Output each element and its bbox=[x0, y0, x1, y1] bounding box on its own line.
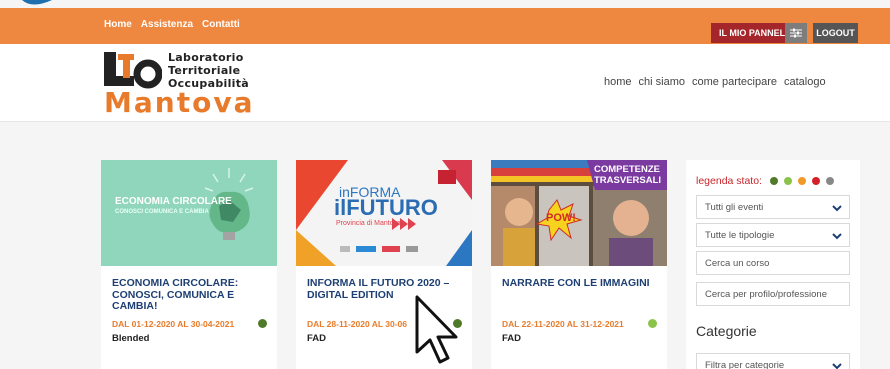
main-nav-come-partecipare[interactable]: come partecipare bbox=[692, 76, 777, 88]
legend-dot-grey bbox=[825, 177, 834, 185]
image-caption-2: TRASVERSALI bbox=[594, 175, 662, 186]
legend-label: legenda stato: bbox=[696, 175, 762, 187]
main-nav-home[interactable]: home bbox=[604, 76, 632, 88]
main-nav: home chi siamo come partecipare catalogo bbox=[604, 76, 826, 88]
profile-search-placeholder: Cerca per profilo/professione bbox=[705, 288, 827, 300]
mouse-cursor-icon bbox=[415, 295, 458, 364]
course-image[interactable]: ECONOMIA CIRCOLARE CONOSCI COMUNICA E CA… bbox=[101, 160, 277, 266]
top-nav-contatti[interactable]: Contatti bbox=[202, 19, 240, 30]
image-caption-3: Provincia di Mantova bbox=[336, 220, 401, 227]
course-mode: FAD bbox=[307, 333, 326, 344]
logo-line-2: Territoriale bbox=[168, 64, 241, 77]
course-image[interactable]: inFORMA ilFUTURO Provincia di Mantova bbox=[296, 160, 472, 266]
profile-search-input[interactable]: Cerca per profilo/professione bbox=[696, 282, 850, 306]
course-card[interactable]: COMPETENZE TRASVERSALI POW! NARRARE CON … bbox=[491, 160, 667, 369]
course-mode: Blended bbox=[112, 333, 150, 344]
events-select[interactable]: Tutti gli eventi bbox=[696, 195, 850, 219]
site-header: Laboratorio Territoriale Occupabilità Ma… bbox=[0, 44, 890, 122]
logo-city: Mantova bbox=[104, 86, 255, 119]
main-nav-catalogo[interactable]: catalogo bbox=[784, 76, 826, 88]
types-select-value: Tutte le tipologie bbox=[705, 229, 775, 241]
status-dot bbox=[258, 319, 267, 328]
status-dot bbox=[648, 319, 657, 328]
course-dates: DAL 22-11-2020 AL 31-12-2021 bbox=[502, 319, 624, 329]
legend-dot-lightgreen bbox=[783, 177, 792, 185]
course-mode: FAD bbox=[502, 333, 521, 344]
course-search-input[interactable]: Cerca un corso bbox=[696, 251, 850, 275]
category-filter-placeholder: Filtra per categorie bbox=[705, 359, 785, 369]
top-bar: Home Assistenza Contatti IL MIO PANNELLO… bbox=[0, 8, 890, 44]
filter-sidebar: legenda stato: Tutti gli eventi Tutte le… bbox=[686, 160, 860, 369]
types-select[interactable]: Tutte le tipologie bbox=[696, 223, 850, 247]
events-select-value: Tutti gli eventi bbox=[705, 201, 764, 213]
sliders-icon bbox=[785, 23, 807, 43]
legend-dot-orange bbox=[797, 177, 806, 185]
logout-button[interactable]: LOGOUT bbox=[813, 23, 858, 43]
category-filter-select[interactable]: Filtra per categorie bbox=[696, 353, 850, 369]
image-caption-2: ilFUTURO bbox=[334, 195, 438, 220]
image-caption-2: CONOSCI COMUNICA E CAMBIA bbox=[115, 209, 209, 215]
top-nav-assistenza[interactable]: Assistenza bbox=[141, 19, 193, 30]
image-caption-3: POW! bbox=[546, 212, 576, 224]
chevron-down-icon bbox=[832, 233, 842, 240]
legend-dot-green bbox=[769, 177, 778, 185]
image-caption-1: ECONOMIA CIRCOLARE bbox=[115, 196, 232, 207]
main-nav-chi-siamo[interactable]: chi siamo bbox=[639, 76, 685, 88]
top-nav: Home Assistenza Contatti bbox=[104, 19, 240, 30]
site-logo[interactable]: Laboratorio Territoriale Occupabilità Ma… bbox=[104, 50, 264, 119]
course-dates: DAL 28-11-2020 AL 30-06 bbox=[307, 319, 408, 329]
top-nav-home[interactable]: Home bbox=[104, 19, 132, 30]
legend-dot-red bbox=[811, 177, 820, 185]
status-legend: legenda stato: bbox=[696, 175, 834, 187]
course-card[interactable]: ECONOMIA CIRCOLARE CONOSCI COMUNICA E CA… bbox=[101, 160, 277, 369]
course-dates: DAL 01-12-2020 AL 30-04-2021 bbox=[112, 319, 235, 329]
image-caption-1: COMPETENZE bbox=[594, 164, 660, 175]
course-title[interactable]: ECONOMIA CIRCOLARE: CONOSCI, COMUNICA E … bbox=[112, 277, 267, 313]
course-image[interactable]: COMPETENZE TRASVERSALI POW! bbox=[491, 160, 667, 266]
categories-heading: Categorie bbox=[696, 323, 757, 339]
course-search-placeholder: Cerca un corso bbox=[705, 257, 770, 269]
lto-logo-icon bbox=[104, 52, 162, 89]
logo-line-1: Laboratorio bbox=[168, 51, 244, 64]
chevron-down-icon bbox=[832, 363, 842, 369]
my-panel-button[interactable]: IL MIO PANNELLO bbox=[711, 23, 807, 43]
course-title[interactable]: NARRARE CON LE IMMAGINI bbox=[502, 277, 657, 290]
chevron-down-icon bbox=[832, 205, 842, 212]
